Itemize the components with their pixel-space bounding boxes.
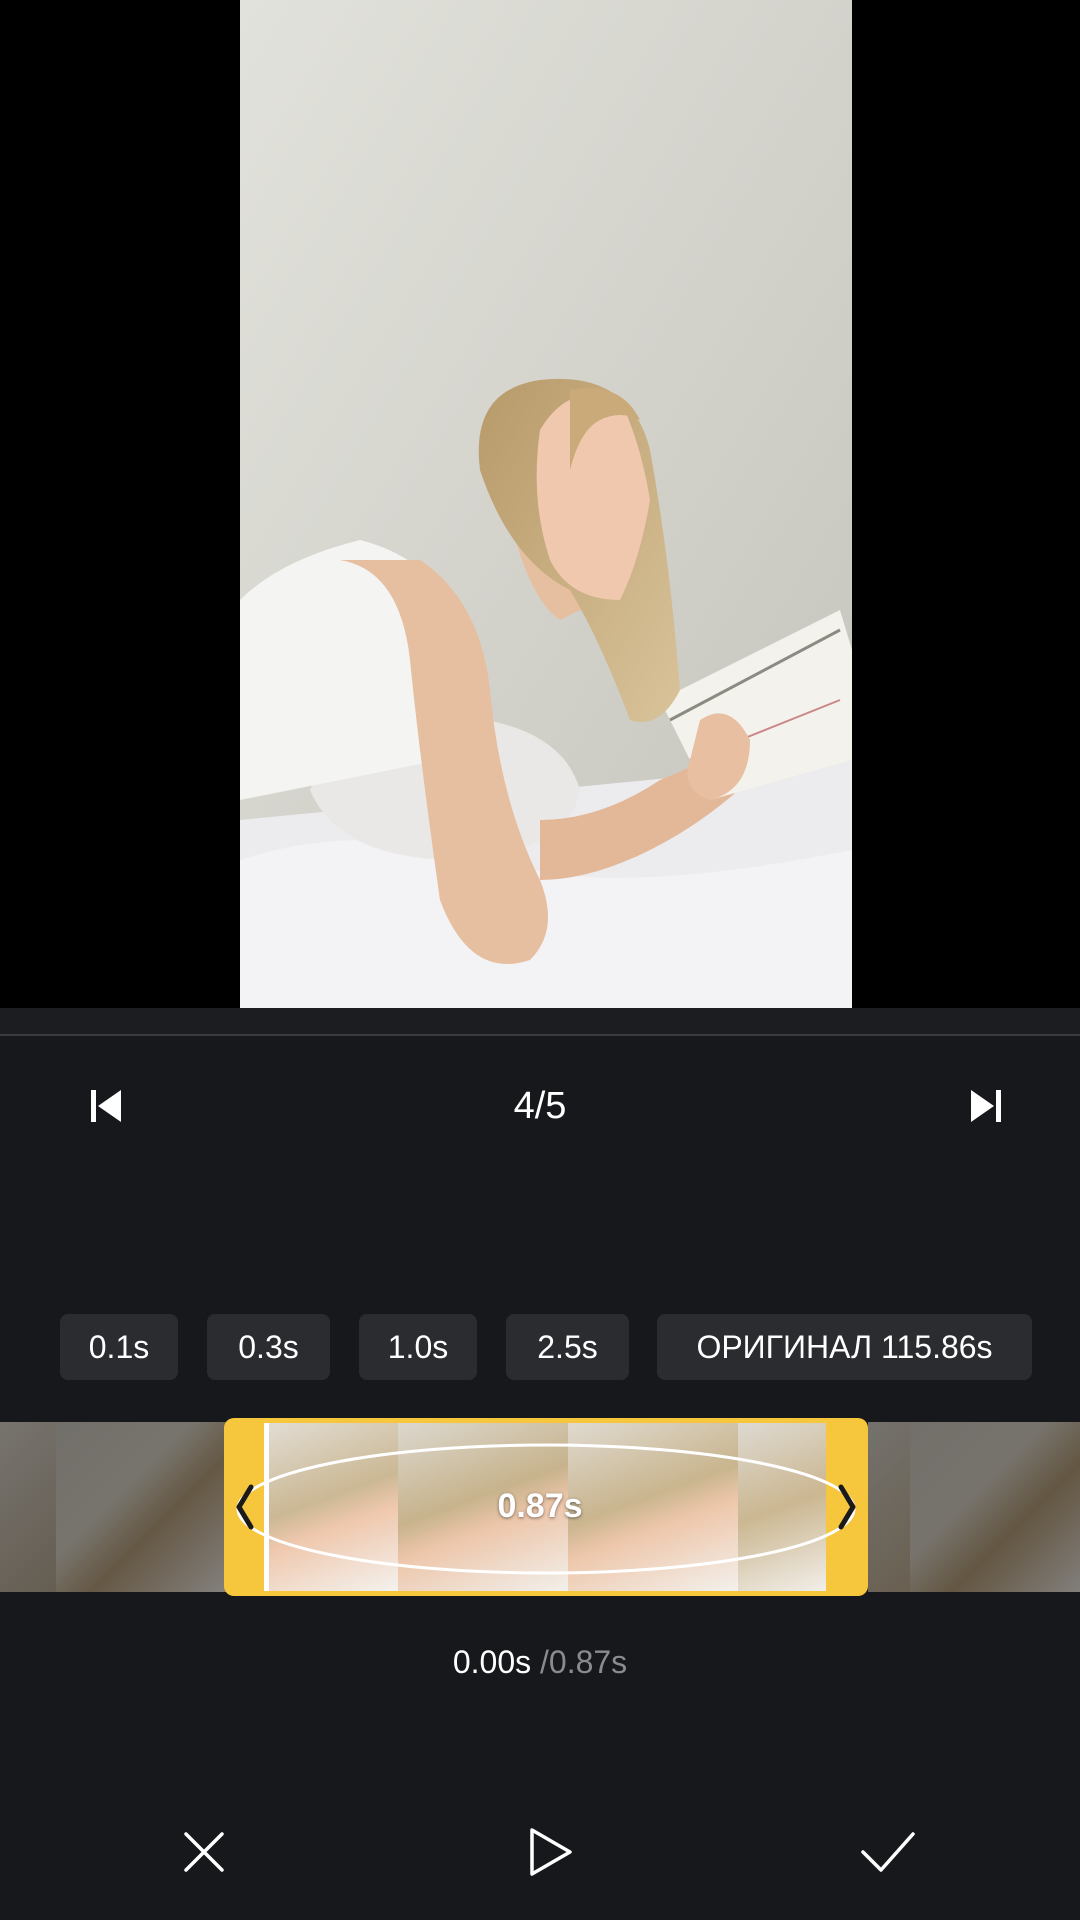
next-clip-button[interactable] <box>960 1080 1012 1132</box>
timeline-thumbnail <box>0 1422 56 1592</box>
chevron-left-icon <box>236 1484 254 1530</box>
divider <box>0 1034 1080 1036</box>
timeline-thumbnail <box>868 1422 910 1592</box>
clip-duration-label: 0.87s <box>497 1487 583 1525</box>
cancel-button[interactable] <box>172 1820 236 1884</box>
time-readout: 0.00s /0.87s <box>340 1644 740 1681</box>
skip-previous-icon <box>91 1090 121 1122</box>
time-separator: / <box>540 1644 549 1680</box>
timeline-thumbnail <box>738 1422 826 1592</box>
timeline-thumbnail <box>56 1422 226 1592</box>
video-frame-illustration <box>240 0 852 1008</box>
timeline-thumbnail <box>266 1422 398 1592</box>
duration-option-1-0s[interactable]: 1.0s <box>359 1314 477 1380</box>
chevron-right-icon <box>838 1484 856 1530</box>
timeline-thumbnail <box>910 1422 1080 1592</box>
duration-option-original[interactable]: ОРИГИНАЛ 115.86s <box>657 1314 1032 1380</box>
play-icon <box>530 1828 572 1876</box>
play-button[interactable] <box>518 1820 582 1884</box>
video-frame[interactable] <box>240 0 852 1008</box>
close-icon <box>184 1832 224 1872</box>
preview-bottom-bar <box>0 1008 1080 1034</box>
trim-start-handle[interactable] <box>224 1418 266 1596</box>
duration-option-0-1s[interactable]: 0.1s <box>60 1314 178 1380</box>
total-time: 0.87s <box>548 1644 628 1680</box>
skip-next-icon <box>971 1090 1001 1122</box>
previous-clip-button[interactable] <box>80 1080 132 1132</box>
trim-editor-screen: 4/5 0.1s 0.3s 1.0s 2.5s ОРИГИНАЛ 115.86s <box>0 0 1080 1920</box>
confirm-button[interactable] <box>856 1820 920 1884</box>
video-preview <box>0 0 1080 1008</box>
clip-counter: 4/5 <box>513 1085 567 1127</box>
playhead[interactable] <box>264 1423 269 1591</box>
duration-option-2-5s[interactable]: 2.5s <box>506 1314 629 1380</box>
checkmark-icon <box>861 1832 915 1872</box>
current-time: 0.00s <box>452 1644 532 1680</box>
duration-option-0-3s[interactable]: 0.3s <box>207 1314 330 1380</box>
trim-end-handle[interactable] <box>826 1418 868 1596</box>
